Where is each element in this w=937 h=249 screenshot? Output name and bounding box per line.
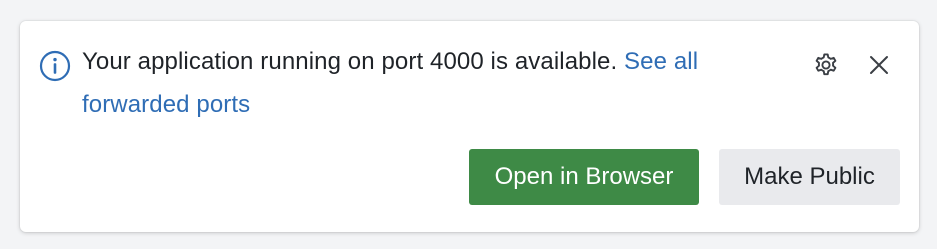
port-forwarding-notification: Your application running on port 4000 is… [20,21,919,232]
notification-message: Your application running on port 4000 is… [82,40,762,126]
settings-gear-button[interactable] [809,48,843,82]
close-icon [868,54,890,76]
notification-text: Your application running on port 4000 is… [82,48,618,75]
gear-icon [811,50,841,80]
make-public-button[interactable]: Make Public [719,149,900,205]
info-icon [39,50,71,82]
close-button[interactable] [862,48,896,82]
open-in-browser-button[interactable]: Open in Browser [469,149,699,205]
